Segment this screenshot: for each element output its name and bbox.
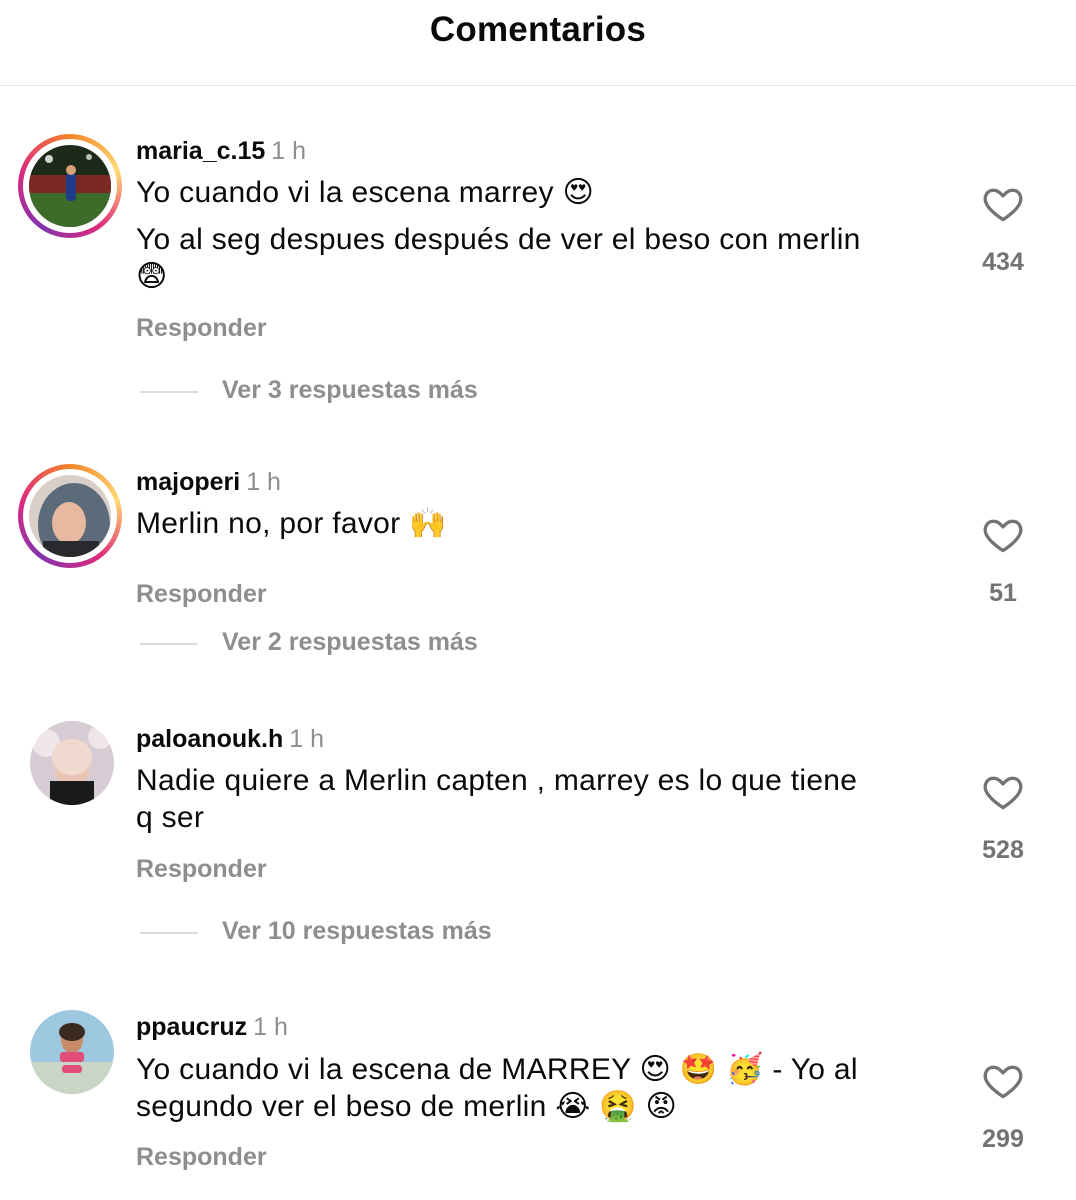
comment-text: Yo cuando vi la escena de MARREY 😍 🤩 🥳 -… [136, 1051, 926, 1125]
like-count: 51 [989, 579, 1017, 607]
comment-meta: maria_c.15 1 h [136, 136, 306, 166]
comment-line: Yo cuando vi la escena marrey 😍 [136, 176, 595, 209]
like-count: 299 [982, 1125, 1024, 1153]
comment-meta: majoperi 1 h [136, 467, 281, 497]
username[interactable]: majoperi [136, 468, 240, 496]
username[interactable]: ppaucruz [136, 1013, 247, 1041]
view-replies-label: Ver 3 respuestas más [222, 376, 478, 404]
comment-text: Nadie quiere a Merlin capten , marrey es… [136, 762, 926, 836]
comment-meta: ppaucruz 1 h [136, 1012, 288, 1042]
like-control: 434 [962, 182, 1044, 277]
comment-text: Merlin no, por favor 🙌 [136, 505, 926, 542]
comment-line: Yo al seg despues después de ver el beso… [136, 223, 861, 256]
comments-header: Comentarios [0, 0, 1076, 86]
timestamp: 1 h [253, 1013, 288, 1041]
username[interactable]: maria_c.15 [136, 137, 265, 165]
comment-line: segundo ver el beso de merlin 😭 🤮 😡 [136, 1090, 678, 1123]
timestamp: 1 h [246, 468, 281, 496]
like-count: 528 [982, 836, 1024, 864]
heart-outline-icon[interactable] [981, 770, 1025, 814]
comment-meta: paloanouk.h 1 h [136, 724, 324, 754]
comment-line: q ser [136, 801, 205, 834]
username[interactable]: paloanouk.h [136, 725, 283, 753]
heart-outline-icon[interactable] [981, 1059, 1025, 1103]
avatar [29, 475, 111, 557]
comment-line: Nadie quiere a Merlin capten , marrey es… [136, 764, 858, 797]
avatar[interactable] [30, 1010, 114, 1094]
like-control: 528 [962, 770, 1044, 865]
view-replies-label: Ver 2 respuestas más [222, 628, 478, 656]
heart-outline-icon[interactable] [981, 513, 1025, 557]
timestamp: 1 h [271, 137, 307, 165]
avatar [29, 145, 111, 227]
comment-line: 😨 [136, 260, 168, 293]
comment-line: Yo cuando vi la escena de MARREY 😍 🤩 🥳 -… [136, 1053, 858, 1086]
timestamp: 1 h [289, 725, 324, 753]
avatar-story-ring[interactable] [18, 464, 122, 568]
reply-button[interactable]: Responder [136, 314, 267, 343]
reply-button[interactable]: Responder [136, 855, 267, 884]
reply-button[interactable]: Responder [136, 1143, 267, 1172]
divider-line [140, 643, 198, 645]
comment-line: Merlin no, por favor 🙌 [136, 507, 447, 540]
view-replies-label: Ver 10 respuestas más [222, 917, 492, 945]
reply-button[interactable]: Responder [136, 580, 267, 609]
page-title: Comentarios [429, 10, 647, 49]
like-control: 299 [962, 1059, 1044, 1154]
heart-outline-icon[interactable] [981, 182, 1025, 226]
like-count: 434 [982, 248, 1024, 276]
avatar[interactable] [30, 721, 114, 805]
comment-text: Yo cuando vi la escena marrey 😍 Yo al se… [136, 174, 926, 295]
like-control: 51 [962, 513, 1044, 608]
divider-line [140, 391, 198, 393]
avatar-story-ring[interactable] [18, 134, 122, 238]
divider-line [140, 932, 198, 934]
